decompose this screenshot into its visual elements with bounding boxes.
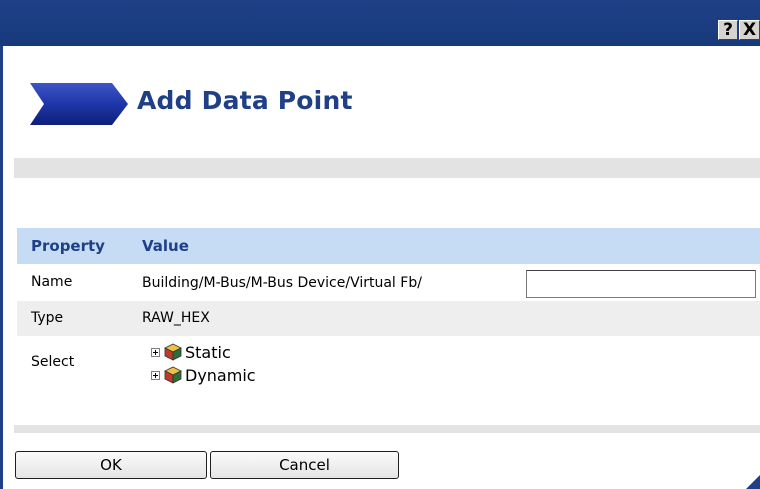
name-path: Building/M-Bus/M-Bus Device/Virtual Fb/ xyxy=(142,275,422,291)
cancel-button[interactable]: Cancel xyxy=(210,451,399,479)
header-property: Property xyxy=(31,237,105,255)
type-label: Type xyxy=(31,310,64,326)
page-title: Add Data Point xyxy=(137,86,353,115)
cube-icon xyxy=(164,343,182,361)
divider-bar xyxy=(14,425,760,433)
tree-node-dynamic[interactable]: Dynamic xyxy=(151,365,256,385)
help-button[interactable]: ? xyxy=(718,20,738,40)
property-table: Property Value Name Building/M-Bus/M-Bus… xyxy=(17,228,760,392)
expand-plus-icon[interactable] xyxy=(151,370,160,380)
tree-label[interactable]: Static xyxy=(185,343,231,362)
table-header: Property Value xyxy=(17,228,760,264)
resize-grip[interactable] xyxy=(746,475,760,489)
divider-bar xyxy=(14,158,760,178)
arrow-icon xyxy=(30,83,128,125)
table-row: Type RAW_HEX xyxy=(17,301,760,336)
header-value: Value xyxy=(142,237,189,255)
title-bar: ? X xyxy=(0,0,760,46)
select-label: Select xyxy=(31,354,75,370)
expand-plus-icon[interactable] xyxy=(151,347,160,357)
tree-label[interactable]: Dynamic xyxy=(185,366,256,385)
ok-button[interactable]: OK xyxy=(15,451,207,479)
name-input[interactable] xyxy=(526,270,756,298)
table-row: Select Static Dynamic xyxy=(17,336,760,392)
type-value: RAW_HEX xyxy=(142,310,210,326)
name-label: Name xyxy=(31,274,73,290)
tree-node-static[interactable]: Static xyxy=(151,342,231,362)
cube-icon xyxy=(164,366,182,384)
close-button[interactable]: X xyxy=(739,20,760,40)
